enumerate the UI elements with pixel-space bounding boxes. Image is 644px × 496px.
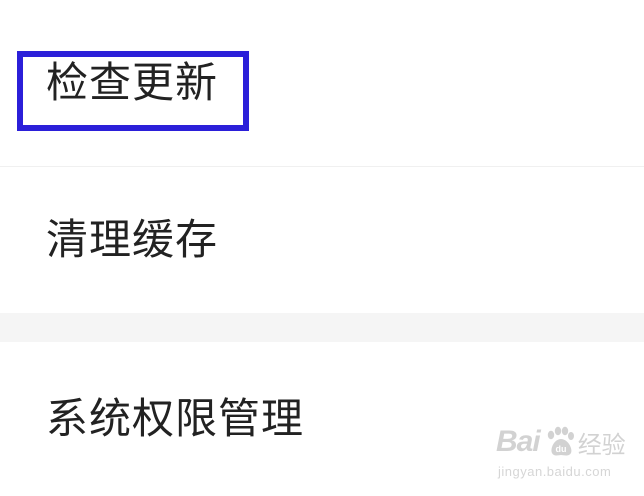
- watermark-brand-suffix: 经验: [577, 430, 626, 459]
- svg-text:du: du: [555, 444, 566, 454]
- settings-item-label: 检查更新: [46, 58, 219, 107]
- baidu-paw-icon: du: [547, 426, 574, 456]
- baidu-jingyan-watermark: Bai du 经验 jingyan.baidu.com: [496, 422, 640, 490]
- watermark-brand-text: Bai: [496, 425, 541, 458]
- settings-item-clear-cache[interactable]: 清理缓存: [0, 167, 644, 313]
- settings-item-label: 清理缓存: [46, 215, 219, 264]
- watermark-logo: Bai du 经验: [496, 422, 626, 462]
- section-divider: [0, 313, 644, 342]
- watermark-url: jingyan.baidu.com: [498, 464, 612, 479]
- settings-item-label: 系统权限管理: [46, 394, 305, 443]
- settings-screen: 检查更新 清理缓存 系统权限管理 Bai du 经验 jingyan.baidu…: [0, 0, 644, 496]
- settings-item-check-update[interactable]: 检查更新: [0, 0, 644, 166]
